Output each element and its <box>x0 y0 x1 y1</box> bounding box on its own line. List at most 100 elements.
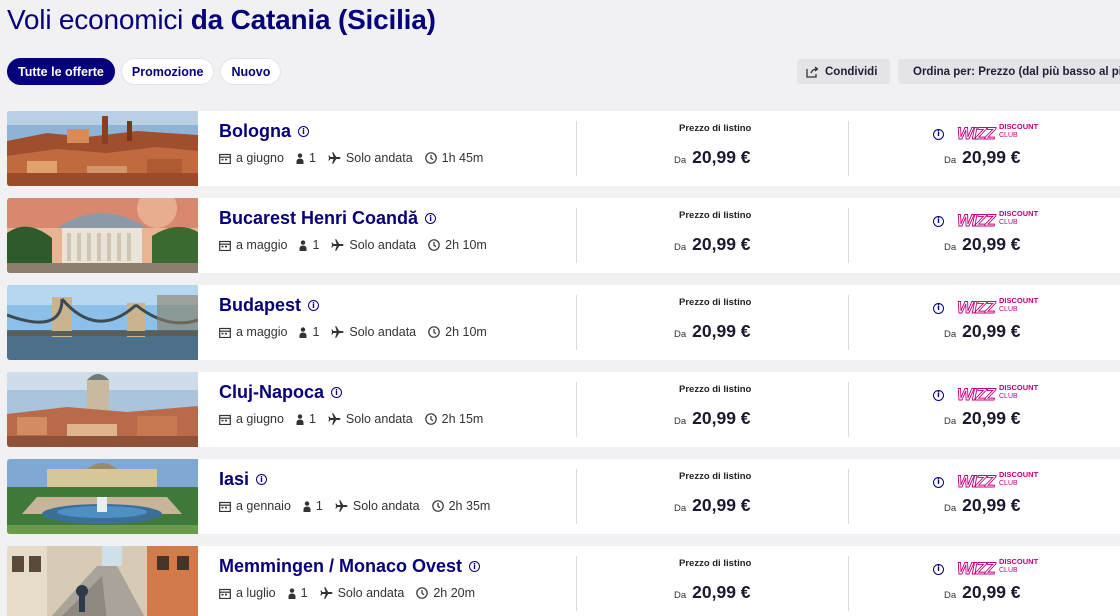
list-price[interactable]: Da 20,99 € <box>674 234 751 255</box>
list-price-label: Prezzo di listino <box>679 297 752 308</box>
club-price[interactable]: Da 20,99 € <box>944 495 1021 516</box>
info-icon[interactable]: i <box>256 474 268 485</box>
svg-text:WIZZ: WIZZ <box>957 472 996 491</box>
info-icon[interactable]: i <box>298 126 309 137</box>
info-icon[interactable]: i <box>469 561 481 572</box>
flight-details: a luglio 1 Solo andata 2h 20m <box>219 586 487 600</box>
sort-dropdown[interactable]: Ordina per: Prezzo (dal più basso al più <box>898 59 1120 84</box>
passengers: 1 <box>308 151 316 165</box>
offer-card-1[interactable]: Bucarest Henri Coandă i a maggio 1 Solo … <box>7 198 1120 273</box>
destination-name[interactable]: Iasi <box>219 469 249 490</box>
destination-name[interactable]: Bucarest Henri Coandă <box>219 208 418 229</box>
info-icon[interactable]: i <box>308 300 320 311</box>
info-icon[interactable]: i <box>933 128 944 140</box>
from-label: Da <box>944 155 957 166</box>
club-price-amount: 20,99 € <box>962 321 1021 341</box>
trip-detail: Solo andata <box>328 412 413 426</box>
passengers: 1 <box>312 325 320 339</box>
trip-detail: Solo andata <box>319 586 404 600</box>
passenger-detail: 1 <box>296 151 316 165</box>
club-info[interactable]: i <box>933 384 944 402</box>
filter-promotion[interactable]: Promozione <box>120 58 215 85</box>
club-info[interactable]: i <box>933 210 944 228</box>
destination: Bologna i <box>219 121 309 142</box>
club-price-amount: 20,99 € <box>962 495 1021 515</box>
list-price-amount: 20,99 € <box>692 147 751 167</box>
list-price-amount: 20,99 € <box>692 234 751 254</box>
clock-icon <box>424 152 437 164</box>
divider <box>848 469 849 524</box>
svg-text:DISCOUNT: DISCOUNT <box>999 209 1039 218</box>
info-icon[interactable]: i <box>933 476 944 488</box>
club-price-amount: 20,99 € <box>962 582 1021 602</box>
offer-card-2[interactable]: Budapest i a maggio 1 Solo andata 2h 10m… <box>7 285 1120 360</box>
club-price[interactable]: Da 20,99 € <box>944 234 1021 255</box>
calendar-icon <box>219 240 231 251</box>
duration: 1h 45m <box>441 151 484 165</box>
divider <box>576 121 577 176</box>
svg-text:WIZZ: WIZZ <box>957 298 996 317</box>
info-icon[interactable]: i <box>331 387 343 398</box>
svg-text:CLUB: CLUB <box>999 393 1018 400</box>
destination-name[interactable]: Bologna <box>219 121 291 142</box>
svg-text:DISCOUNT: DISCOUNT <box>999 296 1039 305</box>
month-detail: a maggio <box>219 325 287 339</box>
list-price[interactable]: Da 20,99 € <box>674 408 751 429</box>
destination-name[interactable]: Memmingen / Monaco Ovest <box>219 556 462 577</box>
info-icon[interactable]: i <box>425 213 437 224</box>
wizz-discount-club-logo: WIZZ DISCOUNT CLUB <box>957 557 1039 578</box>
destination: Budapest i <box>219 295 320 316</box>
divider <box>848 121 849 176</box>
list-price-label: Prezzo di listino <box>679 471 752 482</box>
from-label: Da <box>944 416 957 427</box>
month-detail: a gennaio <box>219 499 291 513</box>
share-button[interactable]: Condividi <box>797 59 890 84</box>
info-icon[interactable]: i <box>933 389 944 401</box>
offer-card-3[interactable]: Cluj-Napoca i a giugno 1 Solo andata 2h … <box>7 372 1120 447</box>
from-label: Da <box>944 242 957 253</box>
club-info[interactable]: i <box>933 558 944 576</box>
info-icon[interactable]: i <box>933 302 944 314</box>
list-price[interactable]: Da 20,99 € <box>674 321 751 342</box>
from-label: Da <box>674 503 687 514</box>
trip-type: Solo andata <box>349 238 417 252</box>
wizz-discount-club-logo: WIZZ DISCOUNT CLUB <box>957 383 1039 404</box>
month: a giugno <box>236 151 284 165</box>
filter-new[interactable]: Nuovo <box>220 58 282 85</box>
offer-card-0[interactable]: Bologna i a giugno 1 Solo andata 1h 45m … <box>7 111 1120 186</box>
calendar-icon <box>219 327 231 338</box>
airplane-icon <box>319 587 333 599</box>
list-price[interactable]: Da 20,99 € <box>674 147 751 168</box>
club-price[interactable]: Da 20,99 € <box>944 147 1021 168</box>
divider <box>576 295 577 350</box>
info-icon[interactable]: i <box>933 563 944 575</box>
calendar-icon <box>219 588 231 599</box>
person-icon <box>296 413 304 425</box>
filter-bar: Tutte le offerte Promozione Nuovo <box>7 58 282 85</box>
list-price[interactable]: Da 20,99 € <box>674 582 751 603</box>
person-icon <box>303 500 311 512</box>
divider <box>576 382 577 437</box>
flight-details: a giugno 1 Solo andata 2h 15m <box>219 412 495 426</box>
offer-card-4[interactable]: Iasi i a gennaio 1 Solo andata 2h 35m Pr… <box>7 459 1120 534</box>
club-info[interactable]: i <box>933 471 944 489</box>
duration: 2h 10m <box>445 238 487 252</box>
club-info[interactable]: i <box>933 123 944 141</box>
svg-text:WIZZ: WIZZ <box>957 124 996 143</box>
club-price[interactable]: Da 20,99 € <box>944 582 1021 603</box>
info-icon[interactable]: i <box>933 215 944 227</box>
filter-all-offers[interactable]: Tutte le offerte <box>7 58 115 85</box>
list-price[interactable]: Da 20,99 € <box>674 495 751 516</box>
club-price[interactable]: Da 20,99 € <box>944 321 1021 342</box>
month: a maggio <box>236 238 288 252</box>
month: a gennaio <box>236 499 291 513</box>
month-detail: a giugno <box>219 412 284 426</box>
airplane-icon <box>335 500 348 512</box>
offer-card-5[interactable]: Memmingen / Monaco Ovest i a luglio 1 So… <box>7 546 1120 616</box>
club-info[interactable]: i <box>933 297 944 315</box>
person-icon <box>299 239 307 251</box>
club-price[interactable]: Da 20,99 € <box>944 408 1021 429</box>
destination-name[interactable]: Cluj-Napoca <box>219 382 324 403</box>
wizz-discount-club-logo: WIZZ DISCOUNT CLUB <box>957 296 1039 317</box>
destination-name[interactable]: Budapest <box>219 295 301 316</box>
